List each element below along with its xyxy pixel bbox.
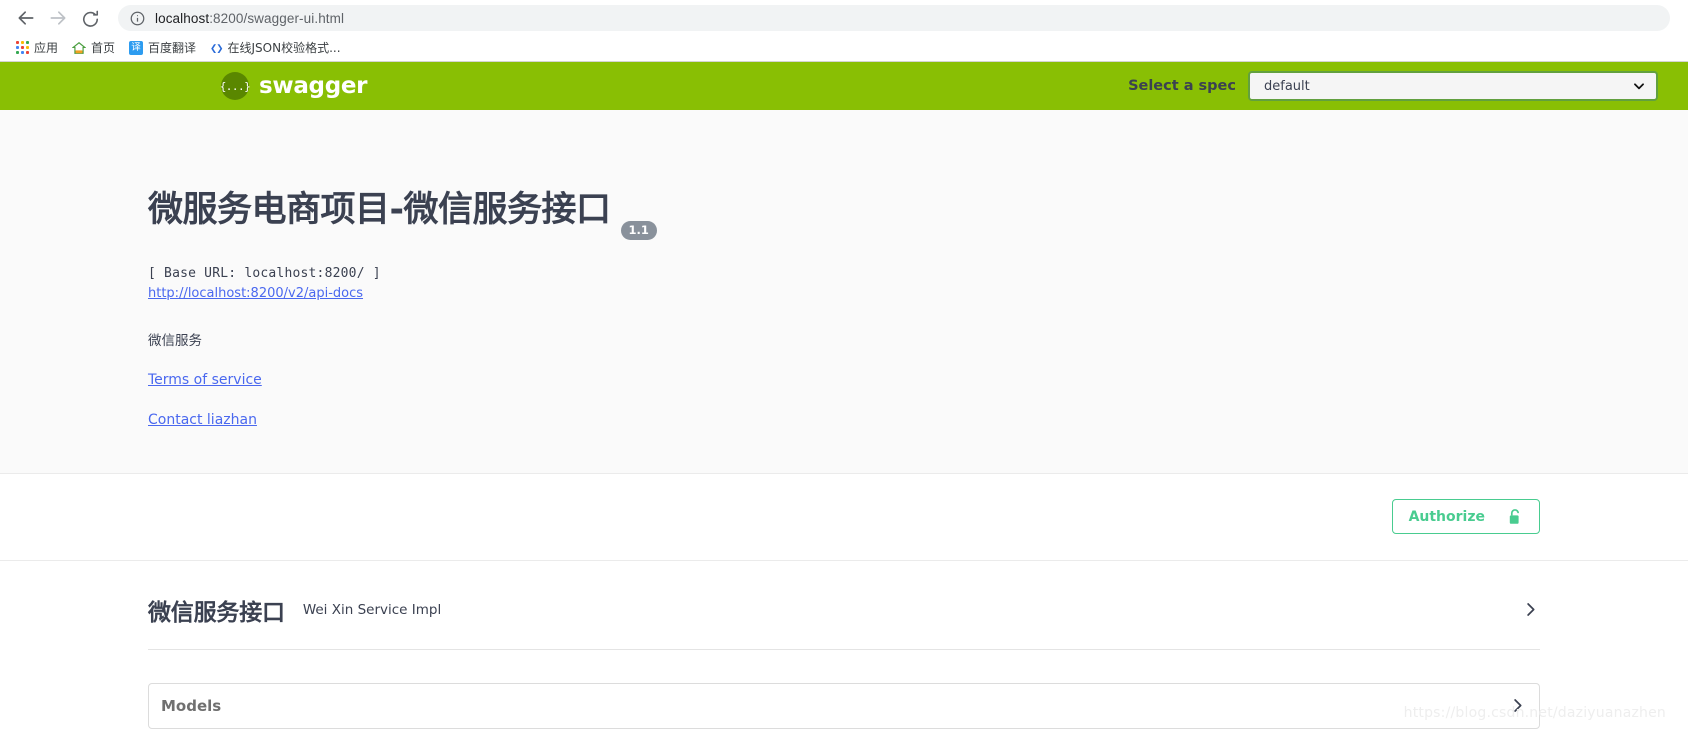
contact-row: Contact liazhan — [148, 411, 1540, 429]
bookmark-home-label: 首页 — [91, 41, 116, 55]
apps-grid-icon — [16, 41, 29, 54]
authorize-button[interactable]: Authorize — [1391, 499, 1540, 535]
bookmark-json-validator-label: 在线JSON校验格式... — [227, 41, 341, 55]
base-url-text: [ Base URL: localhost:8200/ ] — [148, 265, 381, 281]
api-version-badge: 1.1 — [620, 221, 657, 240]
authorize-section: Authorize — [0, 473, 1688, 561]
swagger-wordmark: swagger — [259, 73, 368, 99]
back-button[interactable] — [10, 2, 42, 34]
tag-name: 微信服务接口 — [148, 599, 285, 626]
contact-link[interactable]: Contact liazhan — [148, 412, 257, 428]
terms-of-service-row: Terms of service — [148, 371, 1540, 389]
page-title: 微服务电商项目-微信服务接口 — [148, 190, 611, 231]
browser-toolbar: localhost:8200/swagger-ui.html — [0, 0, 1688, 36]
reload-icon — [82, 10, 98, 27]
chevron-right-icon[interactable] — [1521, 600, 1540, 619]
forward-button[interactable] — [42, 2, 74, 34]
arrow-left-icon — [18, 11, 34, 25]
swagger-braces-icon: {...} — [219, 72, 251, 100]
chevron-down-icon — [1634, 83, 1644, 90]
bookmark-baidu-translate-label: 百度翻译 — [148, 41, 197, 55]
bookmark-baidu-translate[interactable]: 译 百度翻译 — [123, 37, 202, 59]
spec-selector: Select a spec default — [1128, 71, 1658, 101]
url-path: :8200/swagger-ui.html — [209, 10, 345, 26]
unlocked-padlock-icon — [1509, 509, 1520, 524]
tag-description: Wei Xin Service Impl — [302, 601, 442, 618]
spec-select-value: default — [1264, 78, 1310, 94]
operations-section: 微信服务接口 Wei Xin Service Impl Models — [0, 560, 1688, 729]
api-description: 微信服务 — [148, 332, 202, 349]
code-brackets-icon: ❮❯ — [210, 40, 223, 55]
arrow-right-icon — [50, 11, 66, 25]
models-section[interactable]: Models — [148, 682, 1540, 729]
watermark: https://blog.csdn.net/daziyuanazhen — [1403, 705, 1666, 721]
swagger-braces-glyph: {...} — [219, 79, 251, 93]
spec-select-input[interactable]: default — [1248, 71, 1658, 101]
api-info-section: 微服务电商项目-微信服务接口 1.1 [ Base URL: localhost… — [0, 110, 1688, 474]
bookmark-apps-label: 应用 — [34, 41, 59, 55]
home-2345-icon — [72, 41, 87, 54]
bookmarks-bar: 应用 首页 译 百度翻译 ❮❯ 在线JSON校验格式... — [0, 36, 1688, 61]
tag-section-wei-xin-service[interactable]: 微信服务接口 Wei Xin Service Impl — [148, 593, 1540, 650]
api-docs-link[interactable]: http://localhost:8200/v2/api-docs — [148, 286, 363, 301]
swagger-topbar: {...} swagger Select a spec default — [0, 62, 1688, 110]
translate-icon: 译 — [129, 40, 144, 55]
info-circle-icon — [130, 11, 145, 25]
reload-button[interactable] — [74, 2, 106, 34]
browser-chrome: localhost:8200/swagger-ui.html 应用 首页 译 百… — [0, 0, 1688, 62]
url-host: localhost — [155, 10, 210, 26]
bookmark-json-validator[interactable]: ❮❯ 在线JSON校验格式... — [204, 37, 346, 59]
terms-of-service-link[interactable]: Terms of service — [148, 372, 262, 388]
select-a-spec-label: Select a spec — [1128, 78, 1236, 94]
swagger-logo[interactable]: {...} swagger — [219, 72, 368, 100]
bookmark-home[interactable]: 首页 — [66, 37, 121, 59]
address-bar[interactable]: localhost:8200/swagger-ui.html — [118, 5, 1670, 31]
authorize-button-label: Authorize — [1408, 508, 1485, 525]
bookmark-apps[interactable]: 应用 — [10, 37, 64, 59]
address-bar-url: localhost:8200/swagger-ui.html — [155, 11, 344, 26]
api-title-row: 微服务电商项目-微信服务接口 1.1 — [148, 110, 1540, 258]
models-title: Models — [161, 696, 222, 715]
